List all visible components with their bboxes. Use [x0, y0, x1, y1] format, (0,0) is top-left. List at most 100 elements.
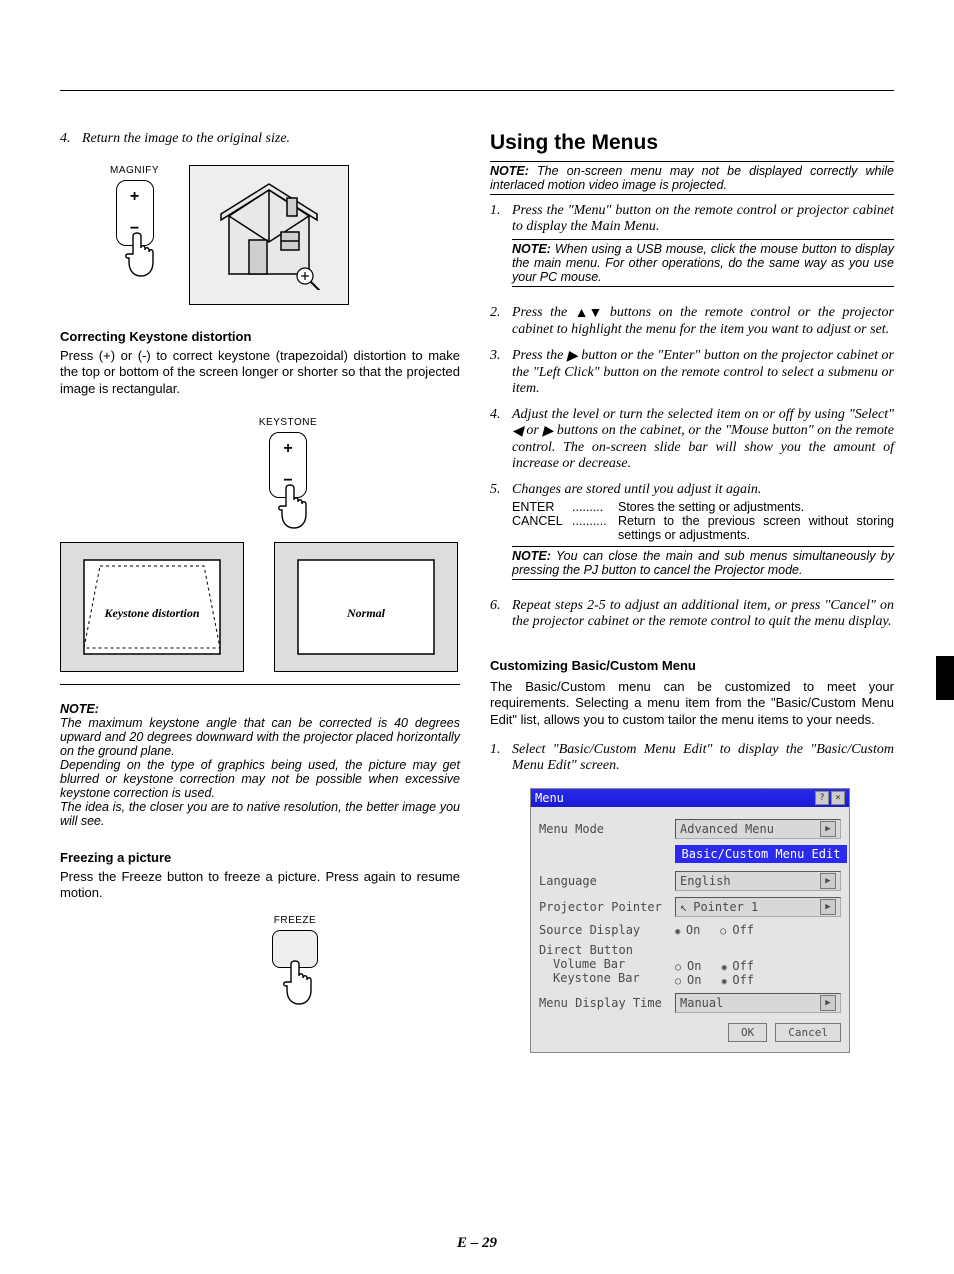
display-time-label: Menu Display Time [539, 996, 667, 1010]
note-prefix: NOTE: [490, 164, 529, 178]
right-triangle-icon: ▶ [542, 423, 553, 440]
menu-step-6: 6. Repeat steps 2-5 to adjust an additio… [490, 598, 894, 630]
freeze-body-text: Press the Freeze button to freeze a pict… [60, 869, 460, 902]
menu-step-5: 5. Changes are stored until you adjust i… [490, 482, 894, 588]
right-triangle-icon: ▶ [567, 348, 578, 365]
help-icon[interactable]: ? [815, 791, 829, 805]
normal-label: Normal [347, 606, 385, 621]
note-prefix: NOTE: [512, 549, 551, 563]
down-triangle-icon: ▼ [589, 306, 603, 322]
keystone-note-text: The maximum keystone angle that can be c… [60, 716, 460, 828]
enter-label: ENTER [512, 500, 566, 514]
osd-language-row: Language English ▶ [539, 871, 841, 891]
magnify-button-illustration: MAGNIFY + − [110, 165, 159, 276]
osd-pointer-row: Projector Pointer ↖ Pointer 1 ▶ [539, 897, 841, 917]
cursor-icon: ↖ [680, 900, 687, 914]
section-heading: Using the Menus [490, 131, 894, 155]
ok-button[interactable]: OK [728, 1023, 767, 1042]
up-triangle-icon: ▲ [575, 306, 589, 322]
keystone-diagram-row: Keystone distortion Normal [60, 542, 460, 672]
step-number: 3. [490, 348, 506, 397]
pointer-label: Projector Pointer [539, 900, 667, 914]
osd-display-time-row: Menu Display Time Manual ▶ [539, 993, 841, 1013]
dropdown-arrow-icon[interactable]: ▶ [820, 899, 836, 915]
step1-note: NOTE: When using a USB mouse, click the … [512, 239, 894, 287]
right-column: Using the Menus NOTE: The on-screen menu… [490, 131, 894, 1053]
keystone-button-illustration: KEYSTONE + − [116, 417, 460, 528]
cancel-def: CANCEL .......... Return to the previous… [512, 514, 894, 542]
step6-text: Repeat steps 2-5 to adjust an additional… [512, 598, 894, 630]
custom-heading: Customizing Basic/Custom Menu [490, 658, 894, 673]
page-footer: E – 29 [0, 1235, 954, 1252]
volume-on-radio[interactable]: On [675, 959, 702, 973]
page-edge-tab [936, 656, 954, 700]
dropdown-arrow-icon[interactable]: ▶ [820, 873, 836, 889]
enter-desc: Stores the setting or adjustments. [618, 500, 894, 514]
step4-text-b: buttons on the cabinet, or the "Mouse bu… [512, 423, 894, 471]
step-4: 4. Return the image to the original size… [60, 131, 460, 147]
step-number: 1. [490, 742, 506, 774]
osd-menu-window: Menu ? × Menu Mode Advanced Menu ▶ Bas [530, 788, 850, 1053]
basic-custom-edit-bar[interactable]: Basic/Custom Menu Edit [675, 845, 847, 863]
osd-button-row: OK Cancel [539, 1023, 841, 1042]
step-number: 6. [490, 598, 506, 630]
freeze-caption: FREEZE [274, 915, 316, 926]
close-icon[interactable]: × [831, 791, 845, 805]
language-dropdown[interactable]: English ▶ [675, 871, 841, 891]
pointer-value: Pointer 1 [687, 900, 820, 914]
house-diagram [189, 165, 349, 305]
step1-text: Press the "Menu" button on the remote co… [512, 203, 894, 234]
magnify-illustration-row: MAGNIFY + − [110, 165, 460, 305]
dots: ......... [572, 500, 612, 514]
step-number: 2. [490, 305, 506, 338]
distortion-label: Keystone distortion [104, 606, 199, 621]
keystone-caption: KEYSTONE [259, 417, 317, 428]
dropdown-arrow-icon[interactable]: ▶ [820, 995, 836, 1011]
keystone-on-radio[interactable]: On [675, 973, 702, 987]
hand-pointer-icon [272, 484, 312, 528]
display-time-dropdown[interactable]: Manual ▶ [675, 993, 841, 1013]
osd-source-display-row: Source Display On Off [539, 923, 841, 937]
source-on-radio[interactable]: On [675, 923, 700, 937]
menu-mode-dropdown[interactable]: Advanced Menu ▶ [675, 819, 841, 839]
step-number: 4. [60, 131, 76, 147]
cancel-button[interactable]: Cancel [775, 1023, 841, 1042]
menu-mode-value: Advanced Menu [680, 822, 774, 836]
osd-direct-button-row: Direct Button Volume Bar Keystone Bar On… [539, 943, 841, 987]
step5-note-text: You can close the main and sub menus sim… [512, 549, 894, 577]
custom-body: The Basic/Custom menu can be customized … [490, 679, 894, 728]
left-triangle-icon: ◀ [512, 423, 523, 440]
step5-text: Changes are stored until you adjust it a… [512, 482, 761, 497]
dropdown-arrow-icon[interactable]: ▶ [820, 821, 836, 837]
dots: .......... [572, 514, 612, 542]
menu-step-1: 1. Press the "Menu" button on the remote… [490, 203, 894, 295]
step-text: Return the image to the original size. [82, 131, 460, 147]
cancel-label: CANCEL [512, 514, 566, 542]
pointer-dropdown[interactable]: ↖ Pointer 1 ▶ [675, 897, 841, 917]
keystone-off-radio[interactable]: Off [722, 973, 755, 987]
custom-step-1: 1. Select "Basic/Custom Menu Edit" to di… [490, 742, 894, 774]
top-note: NOTE: The on-screen menu may not be disp… [490, 161, 894, 195]
osd-title-text: Menu [535, 791, 564, 805]
source-off-radio[interactable]: Off [720, 923, 754, 937]
display-time-value: Manual [680, 996, 723, 1010]
note-prefix: NOTE: [60, 702, 99, 716]
step1-note-text: When using a USB mouse, click the mouse … [512, 242, 894, 284]
cancel-desc: Return to the previous screen without st… [618, 514, 894, 542]
magnify-caption: MAGNIFY [110, 165, 159, 176]
menu-step-3: 3. Press the ▶ button or the "Enter" but… [490, 348, 894, 397]
plus-icon: + [283, 441, 292, 457]
top-rule [60, 90, 894, 91]
step3-text-a: Press the [512, 348, 567, 363]
direct-button-label: Direct Button Volume Bar Keystone Bar [539, 943, 667, 985]
language-label: Language [539, 874, 667, 888]
step-number: 4. [490, 407, 506, 472]
language-value: English [680, 874, 731, 888]
normal-box: Normal [274, 542, 458, 672]
osd-titlebar: Menu ? × [531, 789, 849, 807]
keystone-body-text: Press (+) or (-) to correct keystone (tr… [60, 348, 460, 397]
keystone-note: NOTE: The maximum keystone angle that ca… [60, 684, 460, 828]
plus-icon: + [130, 189, 139, 205]
volume-off-radio[interactable]: Off [722, 959, 755, 973]
hand-pointer-icon [277, 960, 317, 1004]
